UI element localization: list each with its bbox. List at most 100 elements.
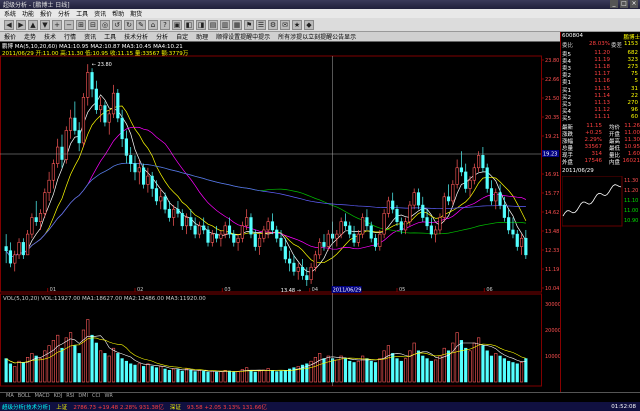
- candle-body: [279, 237, 283, 247]
- indicator-tab-macd[interactable]: MACD: [35, 393, 50, 401]
- volume-bar: [99, 350, 103, 383]
- intraday-mini-chart[interactable]: 11.30 11.20 11.10 11.00 10.90: [562, 176, 640, 228]
- toolbar-icon-0[interactable]: ◀: [4, 19, 14, 30]
- toolbar-icon-3[interactable]: ▼: [40, 19, 50, 30]
- function-item-11[interactable]: 所有涉提以立刻提醒公告显示: [278, 32, 356, 41]
- function-item-4[interactable]: 资讯: [84, 32, 96, 41]
- function-item-3[interactable]: 行情: [64, 32, 76, 41]
- toolbar-icon-13[interactable]: ?: [160, 19, 170, 30]
- status-brand[interactable]: 超级分析[技术分析]: [2, 403, 50, 411]
- toolbar-icon-17[interactable]: ▤: [208, 19, 218, 30]
- menu-item-5[interactable]: 资讯: [94, 9, 106, 18]
- toolbar-icon-7[interactable]: ⊟: [88, 19, 98, 30]
- indicator-tab-ma[interactable]: MA: [6, 393, 14, 401]
- quote-name: 鹏博士: [623, 35, 640, 41]
- function-item-5[interactable]: 工具: [104, 32, 116, 41]
- toolbar-icon-8[interactable]: ◎: [100, 19, 110, 30]
- toolbar-icon-15[interactable]: ◧: [184, 19, 194, 30]
- candle-body: [489, 188, 494, 202]
- toolbar-icon-9[interactable]: ↺: [112, 19, 122, 30]
- menu-item-0[interactable]: 系统: [4, 9, 16, 18]
- menu-item-6[interactable]: 帮助: [112, 9, 124, 18]
- mini-axis-label: 11.10: [624, 198, 638, 204]
- candle-body: [434, 229, 438, 235]
- toolbar-icon-5[interactable]: −: [64, 19, 74, 30]
- date-label: 05: [399, 287, 405, 293]
- menu-item-7[interactable]: 期货: [130, 9, 142, 18]
- toolbar-icon-18[interactable]: ▥: [220, 19, 230, 30]
- kline-chart[interactable]: VOL(5,10,20) VOL:11927.00 MA1:18627.00 M…: [0, 42, 560, 392]
- indicator-tab-kdj[interactable]: KDJ: [54, 393, 63, 401]
- function-item-8[interactable]: 自定: [176, 32, 188, 41]
- indicator-tab-cci[interactable]: CCI: [92, 393, 100, 401]
- stat-value: +0.25: [585, 130, 602, 136]
- toolbar-icon-14[interactable]: ▣: [172, 19, 182, 30]
- function-item-1[interactable]: 走势: [24, 32, 36, 41]
- stat-label-2: 最高: [608, 139, 620, 145]
- toolbar-icon-22[interactable]: ⚙: [268, 19, 278, 30]
- indicator-tab-dmi[interactable]: DMI: [78, 393, 88, 401]
- candle-body: [502, 204, 506, 218]
- indicator-tab-boll[interactable]: BOLL: [18, 393, 31, 401]
- function-item-10[interactable]: 顺得设置提醒中提示: [216, 32, 270, 41]
- candle-body: [369, 225, 373, 239]
- toolbar-icon-16[interactable]: ◨: [196, 19, 206, 30]
- volume-bar: [133, 364, 137, 383]
- function-item-7[interactable]: 分析: [156, 32, 168, 41]
- candle-body: [120, 117, 124, 140]
- function-item-0[interactable]: 报价: [4, 32, 16, 41]
- toolbar-icon-1[interactable]: ▶: [16, 19, 26, 30]
- menu-item-1[interactable]: 功能: [22, 9, 34, 18]
- function-item-6[interactable]: 技术分析: [124, 32, 148, 41]
- function-item-9[interactable]: 助理: [196, 32, 208, 41]
- maximize-button[interactable]: □: [620, 0, 628, 8]
- candle-body: [524, 237, 528, 256]
- stat-label-2: 量比: [608, 153, 620, 159]
- menu-item-4[interactable]: 工具: [76, 9, 88, 18]
- toolbar-icon-12[interactable]: ⌂: [148, 19, 158, 30]
- indicator-tab-rsi[interactable]: RSI: [66, 393, 74, 401]
- toolbar-icon-25[interactable]: ◆: [304, 19, 314, 30]
- volume-bar: [468, 350, 472, 383]
- candle-body: [343, 221, 348, 227]
- toolbar-icon-24[interactable]: ★: [292, 19, 302, 30]
- y-axis-label: 19.21: [545, 134, 559, 140]
- toolbar-icon-4[interactable]: +: [52, 19, 62, 30]
- stat-value: 2.29%: [584, 137, 602, 143]
- ratio-value: 28.03%: [589, 41, 610, 47]
- candle-body: [335, 233, 339, 239]
- volume-bar: [279, 370, 283, 383]
- candle-body: [262, 229, 266, 239]
- ratio-label: 委比: [562, 43, 574, 49]
- volume-bar: [142, 366, 146, 383]
- y-axis-label: 15.77: [545, 191, 559, 197]
- toolbar-icon-23[interactable]: ✉: [280, 19, 290, 30]
- toolbar-icon-10[interactable]: ↻: [124, 19, 134, 30]
- indicator-tab-wr[interactable]: WR: [104, 393, 112, 401]
- close-button[interactable]: ×: [630, 0, 638, 8]
- menu-item-2[interactable]: 报价: [40, 9, 52, 18]
- toolbar-icon-20[interactable]: ⚑: [244, 19, 254, 30]
- candle-body: [38, 213, 43, 222]
- mini-axis-label: 10.90: [624, 218, 638, 224]
- toolbar-icon-6[interactable]: ⊞: [76, 19, 86, 30]
- volume-bar: [163, 368, 167, 383]
- volume-bar: [283, 369, 287, 383]
- function-item-2[interactable]: 技术: [44, 32, 56, 41]
- candle-body: [21, 242, 25, 256]
- candle-body: [176, 208, 180, 214]
- toolbar-icon-21[interactable]: ☰: [256, 19, 266, 30]
- quote-panel: 600804 鹏博士 委比 28.03% 委差 1153 卖5 11.20 682 卖…: [560, 32, 640, 392]
- toolbar-icon-2[interactable]: ▲: [28, 19, 38, 30]
- stat-row-1: 涨跌 +0.25 开盘 11.00: [562, 130, 640, 138]
- volume-bar: [519, 362, 524, 383]
- candle-body: [64, 130, 68, 160]
- minimize-button[interactable]: _: [610, 0, 618, 8]
- volume-bar: [4, 358, 8, 383]
- toolbar-icon-11[interactable]: ✎: [136, 19, 146, 30]
- volume-bar: [472, 342, 476, 383]
- menu-item-3[interactable]: 分析: [58, 9, 70, 18]
- toolbar-icon-19[interactable]: ▦: [232, 19, 242, 30]
- ask-volume: 75: [631, 71, 638, 77]
- volume-bar: [189, 369, 193, 383]
